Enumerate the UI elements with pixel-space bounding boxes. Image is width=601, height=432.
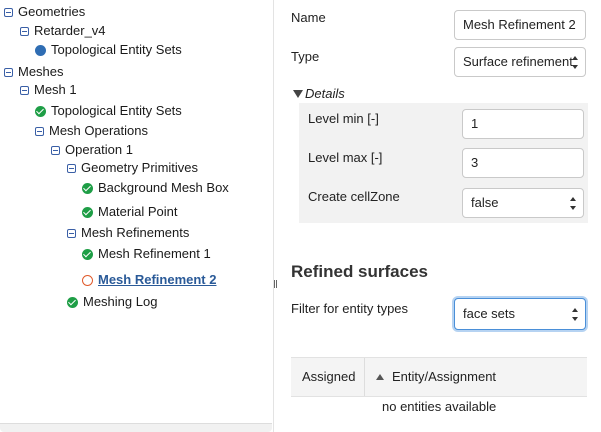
tree-node-label: Retarder_v4 xyxy=(34,23,106,38)
tree-node-label: Meshes xyxy=(18,64,64,79)
tree-node-meshing-log[interactable]: Meshing Log xyxy=(67,292,157,312)
tree-node-label: Meshing Log xyxy=(83,294,158,309)
column-divider xyxy=(364,358,365,396)
select-arrows-icon xyxy=(570,197,577,210)
tree-node-label: Mesh Refinement 1 xyxy=(98,246,211,261)
tree-node-mesh-refinement-1[interactable]: Mesh Refinement 1 xyxy=(82,244,211,264)
tree-node-label: Material Point xyxy=(98,204,178,219)
assignment-table-header: Assigned Entity/Assignment xyxy=(291,357,587,397)
tree-node-label: Operation 1 xyxy=(65,142,133,157)
panel-splitter[interactable] xyxy=(274,278,278,290)
tree-node-geometry-primitives[interactable]: Geometry Primitives xyxy=(67,158,198,178)
level-min-label: Level min [-] xyxy=(308,111,379,126)
level-min-input[interactable]: 1 xyxy=(462,109,584,139)
level-max-input[interactable]: 3 xyxy=(462,148,584,178)
collapse-toggle-icon[interactable] xyxy=(20,85,29,95)
tree-node-label: Geometry Primitives xyxy=(81,160,199,175)
column-header-assigned[interactable]: Assigned xyxy=(302,358,355,396)
create-cellzone-value: false xyxy=(471,195,499,210)
filled-circle-icon xyxy=(35,44,46,56)
tree-node-label: Background Mesh Box xyxy=(98,180,229,195)
empty-table-message: no entities available xyxy=(382,399,497,414)
tree-node-mesh-refinements[interactable]: Mesh Refinements xyxy=(67,223,189,243)
collapse-toggle-icon[interactable] xyxy=(51,145,60,155)
details-label: Details xyxy=(305,86,345,101)
type-select-value: Surface refinement xyxy=(463,54,573,69)
check-circle-icon xyxy=(67,296,78,308)
type-label: Type xyxy=(291,49,320,64)
horizontal-scrollbar[interactable] xyxy=(0,423,272,432)
tree-node-geometry-entity-sets[interactable]: Topological Entity Sets xyxy=(35,40,182,60)
details-toggle[interactable]: Details xyxy=(293,86,345,101)
collapse-toggle-icon[interactable] xyxy=(4,7,13,17)
section-title: Refined surfaces xyxy=(291,262,428,281)
tree-node-label: Geometries xyxy=(18,4,86,19)
properties-panel: Name Mesh Refinement 2 Type Surface refi… xyxy=(280,0,601,432)
tree-node-meshes[interactable]: Meshes xyxy=(4,62,64,82)
create-cellzone-label: Create cellZone xyxy=(308,189,400,204)
tree-node-mesh-entity-sets[interactable]: Topological Entity Sets xyxy=(35,101,182,121)
tree-node-label: Mesh Operations xyxy=(49,123,148,138)
collapse-toggle-icon[interactable] xyxy=(4,67,13,77)
filter-select-value: face sets xyxy=(463,306,516,321)
collapse-toggle-icon[interactable] xyxy=(67,228,76,238)
tree-panel: Geometries Retarder_v4 Topological Entit… xyxy=(0,0,274,432)
collapse-toggle-icon[interactable] xyxy=(20,26,29,36)
tree-node-geometries[interactable]: Geometries xyxy=(4,2,85,22)
tree-node-mesh-refinement-2[interactable]: Mesh Refinement 2 xyxy=(82,270,216,290)
sort-ascending-icon xyxy=(376,374,384,380)
tree-node-label: Mesh Refinement 2 xyxy=(98,272,217,287)
filter-label: Filter for entity types xyxy=(291,301,409,316)
column-header-entity[interactable]: Entity/Assignment xyxy=(376,358,496,396)
filter-select[interactable]: face sets xyxy=(454,298,586,330)
type-select[interactable]: Surface refinement xyxy=(454,47,586,77)
tree-node-label: Topological Entity Sets xyxy=(51,103,182,118)
triangle-down-icon xyxy=(293,89,303,98)
select-arrows-icon xyxy=(572,308,579,321)
check-circle-icon xyxy=(82,206,93,218)
tree-node-operation-1[interactable]: Operation 1 xyxy=(51,140,133,160)
collapse-toggle-icon[interactable] xyxy=(67,163,76,173)
tree-node-material-point[interactable]: Material Point xyxy=(82,202,177,222)
tree-node-mesh-operations[interactable]: Mesh Operations xyxy=(35,121,148,141)
check-circle-icon xyxy=(35,105,46,117)
level-max-label: Level max [-] xyxy=(308,150,383,165)
tree-node-background-mesh-box[interactable]: Background Mesh Box xyxy=(82,178,229,198)
column-header-entity-label: Entity/Assignment xyxy=(392,369,497,384)
name-label: Name xyxy=(291,10,326,25)
create-cellzone-select[interactable]: false xyxy=(462,188,584,218)
select-arrows-icon xyxy=(572,56,579,69)
collapse-toggle-icon[interactable] xyxy=(35,126,44,136)
tree-node-mesh-1[interactable]: Mesh 1 xyxy=(20,80,77,100)
tree-node-label: Topological Entity Sets xyxy=(51,42,182,57)
open-circle-icon xyxy=(82,274,93,286)
tree-node-label: Mesh 1 xyxy=(34,82,77,97)
tree-node-label: Mesh Refinements xyxy=(81,225,190,240)
tree-node-retarder[interactable]: Retarder_v4 xyxy=(20,21,106,41)
check-circle-icon xyxy=(82,182,93,194)
name-input[interactable]: Mesh Refinement 2 xyxy=(454,10,586,40)
check-circle-icon xyxy=(82,248,93,260)
